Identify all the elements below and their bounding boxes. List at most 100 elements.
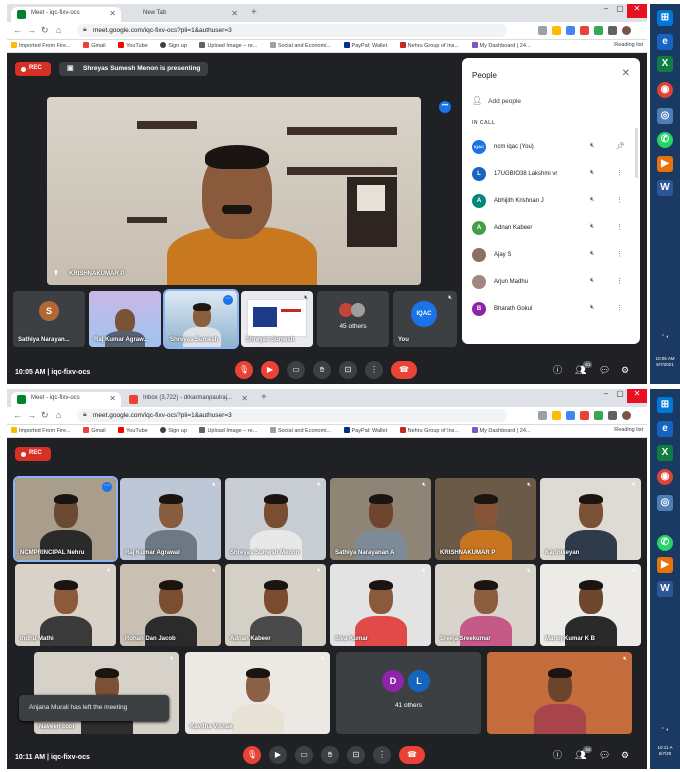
bookmark-item[interactable]: Imported From Fire... [11,427,71,434]
more-vert-icon[interactable]: ⋮ [616,277,623,285]
profile-avatar[interactable] [622,411,631,420]
more-options-button[interactable]: ⋮ [365,361,383,379]
more-options-icon[interactable]: ⋯ [102,482,112,492]
mic-toggle-button[interactable]: 🎙︎ [235,361,253,379]
extension-icon[interactable] [566,411,575,420]
mic-off-icon[interactable]: 🔇︎ [590,250,594,258]
participant-tile[interactable]: 🔇︎ Adnan Kabeer [225,564,326,646]
bookmark-item[interactable]: Gmail [83,427,106,434]
main-speaker-tile[interactable]: KRISHNAKUMAR P ⬆ [47,97,421,285]
leave-call-button[interactable]: ☎︎ [399,746,425,764]
reading-list[interactable]: Reading list [614,427,643,433]
bookmark-item[interactable]: My Dashboard | 24... [471,427,530,434]
participant-tile[interactable]: 🔇︎ [487,652,632,734]
close-window-icon[interactable]: ✕ [627,389,647,403]
activities-icon[interactable]: ⚙︎ [621,365,629,376]
more-vert-icon[interactable]: ⋮ [616,250,623,258]
chat-icon[interactable]: 💬︎ [599,750,610,761]
participant-tile[interactable]: S Sathiya Narayan... [13,291,85,347]
bookmark-item[interactable]: Sign up [160,427,187,434]
tab-meet[interactable]: Meet - iqc-fixv-ocs ✕ [11,392,121,407]
participant-row[interactable]: A Abhijith Krishnan J 🔇︎ ⋮ [472,192,630,212]
mic-off-icon[interactable]: 🔇︎ [590,304,594,312]
close-tab-icon[interactable]: ✕ [241,394,248,403]
app-icon[interactable]: ◎ [657,108,673,124]
extension-icon[interactable] [594,26,603,35]
new-tab-icon[interactable]: + [251,7,257,18]
bookmark-item[interactable]: Nehru Group of Ins... [399,427,459,434]
back-icon[interactable]: ← [13,25,22,35]
participant-tile[interactable]: ⋯ NCMPRINCIPAL Nehru [13,476,118,562]
home-icon[interactable]: ⌂ [56,25,61,35]
whatsapp-icon[interactable]: ✆ [657,132,673,148]
close-tab-icon[interactable]: ✕ [109,394,116,403]
puzzle-icon[interactable] [608,411,617,420]
participant-tile[interactable]: 🔇︎ Manoj Kumar K B [540,564,641,646]
reload-icon[interactable]: ↻ [41,410,49,421]
raise-hand-button[interactable]: ✋︎ [321,746,339,764]
bookmark-item[interactable]: Sign up [160,42,187,49]
bookmark-item[interactable]: Upload Image – re... [199,427,257,434]
participant-tile[interactable]: 🔇︎ Naveen cool [34,652,179,734]
participant-tile[interactable]: 🔇︎ KRISHNAKUMAR P [435,478,536,560]
ie-icon[interactable]: e [657,421,673,437]
present-button[interactable]: ⊡ [347,746,365,764]
reading-list[interactable]: Reading list [614,42,643,48]
participant-tile[interactable]: 🔇︎ Siva Kumar [330,564,431,646]
participant-row[interactable]: Ajay S 🔇︎ ⋮ [472,246,630,266]
windows-start-icon[interactable]: ⊞ [657,10,673,26]
participant-tile[interactable]: 🔇︎ Sreeja Sreekumar [435,564,536,646]
whatsapp-icon[interactable]: ✆ [657,535,673,551]
camera-icon[interactable] [538,26,547,35]
bookmark-item[interactable]: PayPal: Wallet [343,427,387,434]
close-window-icon[interactable]: ✕ [627,4,647,18]
info-icon[interactable]: ⓘ [553,748,562,761]
raise-hand-button[interactable]: ✋︎ [313,361,331,379]
captions-button[interactable]: ▭ [295,746,313,764]
mic-off-icon[interactable]: 🔇︎ [590,169,594,177]
close-icon[interactable]: ✕ [622,68,630,79]
bookmark-item[interactable]: Social and Economi... [269,427,331,434]
add-people-button[interactable]: 👤︎ Add people [472,96,521,105]
pin-icon[interactable]: ⬆ [53,269,59,277]
windows-start-icon[interactable]: ⊞ [657,397,673,413]
maximize-icon[interactable]: ▢ [613,389,627,403]
tab-new[interactable]: New Tab ✕ [123,7,243,22]
activities-icon[interactable]: ⚙︎ [621,750,629,761]
excel-icon[interactable]: X [657,56,673,72]
others-tile[interactable]: D L 41 others [336,652,481,734]
bookmark-item[interactable]: My Dashboard | 24... [471,42,530,49]
tab-gmail[interactable]: Inbox (3,722) - drkarmanpaulraj... ✕ [123,392,253,407]
camera-toggle-button[interactable]: ▶︎ [261,361,279,379]
extension-icon[interactable] [580,26,589,35]
excel-icon[interactable]: X [657,445,673,461]
reload-icon[interactable]: ↻ [41,25,49,36]
more-vert-icon[interactable]: ⋮ [616,223,623,231]
present-button[interactable]: ⊡ [339,361,357,379]
bookmark-item[interactable]: Social and Economi... [269,42,331,49]
bookmark-item[interactable]: Imported From Fire... [11,42,71,49]
more-vert-icon[interactable]: ⋮ [616,196,623,204]
word-icon[interactable]: W [657,180,673,196]
minimize-icon[interactable]: – [599,4,613,18]
participant-row[interactable]: B Bharath Gokul 🔇︎ ⋮ [472,300,630,320]
people-button[interactable]: 👥︎ 64 [575,746,593,761]
captions-button[interactable]: ▭ [287,361,305,379]
participant-tile[interactable]: Raj Kumar Agraw... [89,291,161,347]
bookmark-item[interactable]: Gmail [83,42,106,49]
new-tab-icon[interactable]: + [261,392,267,403]
participant-row[interactable]: IQAC ncm iqac (You) 🔇︎ 📌︎ [472,138,630,158]
chat-icon[interactable]: 💬︎ [599,365,610,376]
forward-icon[interactable]: → [27,25,36,35]
pin-icon[interactable]: 📌︎ [616,142,625,150]
back-icon[interactable]: ← [13,410,22,420]
url-field[interactable]: 🔒︎ meet.google.com/iqc-fixv-ocs?pli=1&au… [77,409,507,422]
participant-tile[interactable]: 🔇︎ Rohan Dan Jacob [120,564,221,646]
more-vert-icon[interactable]: ⋮ [616,169,623,177]
chrome-icon[interactable]: ◉ [657,469,673,485]
maximize-icon[interactable]: ▢ [613,4,627,18]
media-icon[interactable]: ▶︎ [657,557,673,573]
media-icon[interactable]: ▶︎ [657,156,673,172]
puzzle-icon[interactable] [608,26,617,35]
close-tab-icon[interactable]: ✕ [109,9,116,18]
